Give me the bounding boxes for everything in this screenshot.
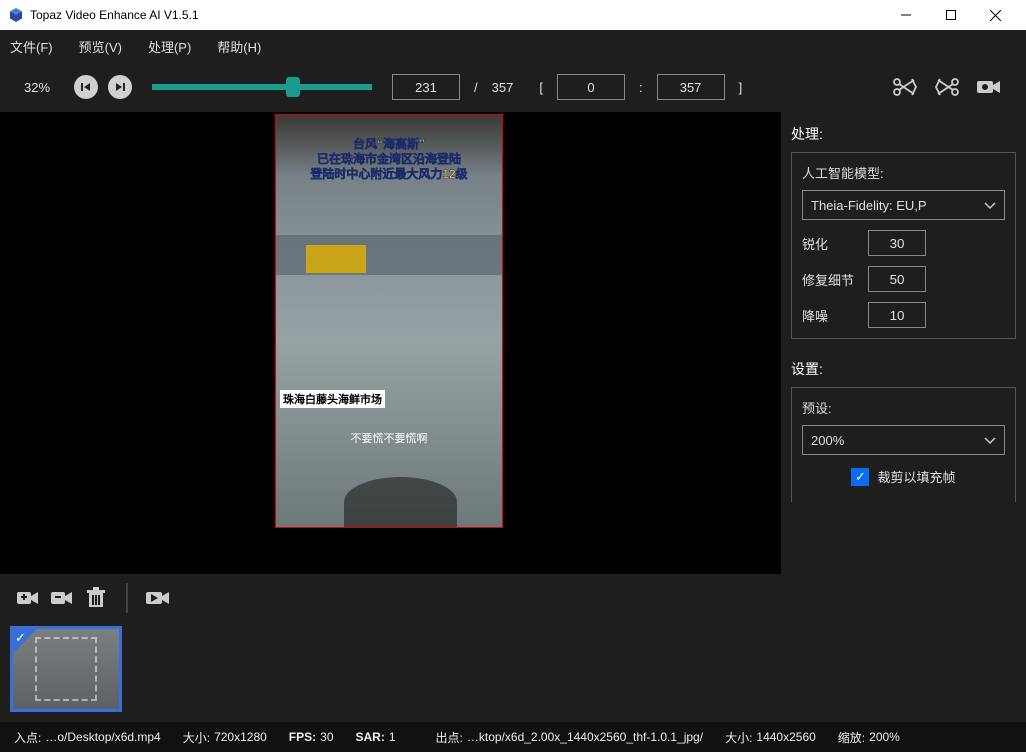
- video-location-label: 珠海白藤头海鲜市场: [280, 390, 385, 408]
- range-start-input[interactable]: [557, 74, 625, 100]
- preview-frame[interactable]: 台风“海高斯” 已在珠海市金湾区沿海登陆 登陆时中心附近最大风力12级 珠海白藤…: [275, 114, 503, 528]
- current-frame-input[interactable]: [392, 74, 460, 100]
- in-size: 720x1280: [214, 730, 267, 744]
- preview-pane: 台风“海高斯” 已在珠海市金湾区沿海登陆 登陆时中心附近最大风力12级 珠海白藤…: [0, 112, 778, 574]
- sharpen-label: 锐化: [802, 234, 860, 253]
- cut-out-icon[interactable]: [934, 77, 960, 97]
- window-title: Topaz Video Enhance AI V1.5.1: [30, 8, 883, 22]
- prev-frame-button[interactable]: [74, 75, 98, 99]
- processing-box: 人工智能模型: Theia-Fidelity: EU,P 锐化 修复细节: [791, 152, 1016, 339]
- denoise-input[interactable]: [868, 302, 926, 328]
- timeline-slider[interactable]: [152, 84, 372, 90]
- zoom-label: 32%: [24, 80, 64, 95]
- processing-title: 处理:: [791, 124, 1016, 144]
- process-button[interactable]: [144, 584, 172, 612]
- record-icon[interactable]: [976, 78, 1002, 96]
- chevron-down-icon: [984, 433, 996, 448]
- in-size-label: 大小:: [183, 729, 210, 746]
- preset-dropdown[interactable]: 200%: [802, 425, 1005, 455]
- video-subtitle: 不要慌不要慌啊: [276, 430, 502, 446]
- denoise-label: 降噪: [802, 306, 860, 325]
- slider-thumb[interactable]: [286, 77, 300, 97]
- scale-label: 缩放:: [838, 729, 865, 746]
- range-end-input[interactable]: [657, 74, 725, 100]
- out-size: 1440x2560: [756, 730, 815, 744]
- frame-sep: /: [474, 80, 478, 95]
- settings-box: 预设: 200% ✓ 裁剪以填充帧: [791, 387, 1016, 502]
- thumbnail-strip: ✓: [0, 622, 1026, 722]
- crop-label: 裁剪以填充帧: [877, 467, 955, 486]
- model-value: Theia-Fidelity: EU,P: [811, 198, 927, 213]
- total-frames: 357: [492, 80, 514, 95]
- fps-label: FPS:: [289, 730, 316, 744]
- fps-value: 30: [320, 730, 333, 744]
- statusbar: 入点: …o/Desktop/x6d.mp4 大小: 720x1280 FPS:…: [0, 722, 1026, 752]
- in-path: …o/Desktop/x6d.mp4: [45, 730, 160, 744]
- menu-preview[interactable]: 预览(V): [79, 37, 122, 56]
- bracket-close: ]: [739, 80, 743, 95]
- app-icon: [8, 7, 24, 23]
- detail-label: 修复细节: [802, 270, 860, 289]
- model-label: 人工智能模型:: [802, 163, 1005, 182]
- clip-thumbnail[interactable]: ✓: [10, 626, 122, 712]
- menu-file[interactable]: 文件(F): [10, 37, 53, 56]
- bracket-open: [: [539, 80, 543, 95]
- playback-bar: 32% / 357 [ : ]: [0, 62, 1026, 112]
- next-frame-button[interactable]: [108, 75, 132, 99]
- sharpen-input[interactable]: [868, 230, 926, 256]
- out-size-label: 大小:: [725, 729, 752, 746]
- menu-help[interactable]: 帮助(H): [217, 37, 261, 56]
- close-button[interactable]: [973, 0, 1018, 30]
- settings-title: 设置:: [791, 359, 1016, 379]
- chevron-down-icon: [984, 198, 996, 213]
- detail-input[interactable]: [868, 266, 926, 292]
- in-label: 入点:: [14, 729, 41, 746]
- check-icon: ✓: [15, 630, 26, 646]
- scale-value: 200%: [869, 730, 900, 744]
- menu-process[interactable]: 处理(P): [148, 37, 191, 56]
- menubar: 文件(F) 预览(V) 处理(P) 帮助(H): [0, 30, 1026, 62]
- preset-value: 200%: [811, 433, 844, 448]
- side-panel: 处理: 人工智能模型: Theia-Fidelity: EU,P 锐化 修复细节: [778, 112, 1026, 574]
- out-label: 出点:: [436, 729, 463, 746]
- add-clip-button[interactable]: [14, 584, 42, 612]
- titlebar: Topaz Video Enhance AI V1.5.1: [0, 0, 1026, 30]
- range-colon: :: [639, 80, 643, 95]
- crop-checkbox[interactable]: ✓: [851, 468, 869, 486]
- cut-in-icon[interactable]: [892, 77, 918, 97]
- video-caption: 台风“海高斯” 已在珠海市金湾区沿海登陆 登陆时中心附近最大风力12级: [276, 137, 502, 182]
- remove-clip-button[interactable]: [48, 584, 76, 612]
- delete-button[interactable]: [82, 584, 110, 612]
- preset-label: 预设:: [802, 398, 1005, 417]
- out-path: …ktop/x6d_2.00x_1440x2560_thf-1.0.1_jpg/: [467, 730, 703, 744]
- minimize-button[interactable]: [883, 0, 928, 30]
- clip-toolbar: [0, 574, 1026, 622]
- maximize-button[interactable]: [928, 0, 973, 30]
- model-dropdown[interactable]: Theia-Fidelity: EU,P: [802, 190, 1005, 220]
- sar-value: 1: [389, 730, 396, 744]
- divider: [126, 583, 128, 613]
- sar-label: SAR:: [356, 730, 385, 744]
